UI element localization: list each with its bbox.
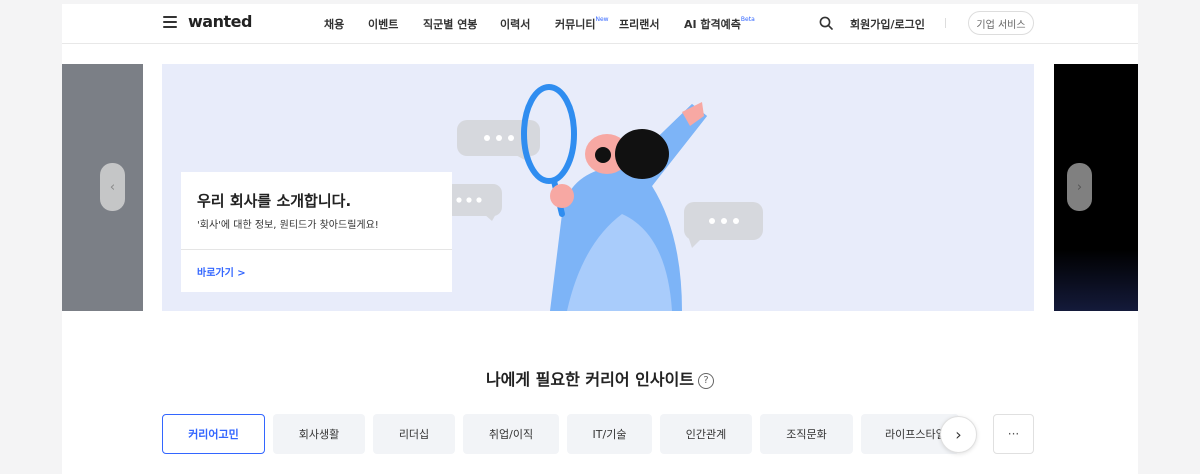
chip-job-change[interactable]: 취업/이직 [463, 414, 559, 454]
card-divider [181, 249, 452, 250]
chevron-left-icon: ‹ [109, 179, 116, 195]
carousel-next-button[interactable]: › [1067, 163, 1092, 211]
chip-relationships[interactable]: 인간관계 [660, 414, 752, 454]
banner-card: 우리 회사를 소개합니다. '회사'에 대한 정보, 원티드가 찾아드릴게요! … [181, 172, 452, 292]
more-chips-button[interactable]: ··· [993, 414, 1034, 454]
banner-title: 우리 회사를 소개합니다. [197, 192, 352, 210]
global-header: wanted 채용 이벤트 직군별 연봉 이력서 커뮤니티New 프리랜서 AI… [62, 4, 1138, 44]
chip-org-culture[interactable]: 조직문화 [760, 414, 853, 454]
speech-bubble-icon [684, 202, 763, 248]
nav-item-resume[interactable]: 이력서 [500, 16, 530, 32]
speech-bubble-icon [444, 184, 502, 221]
corporate-service-button[interactable]: 기업 서비스 [968, 11, 1034, 35]
nav-item-community[interactable]: 커뮤니티New [555, 16, 609, 32]
chip-scroll-next-button[interactable]: › [940, 416, 977, 453]
insight-heading: 나에게 필요한 커리어 인사이트? [0, 366, 1200, 390]
question-icon[interactable]: ? [698, 372, 715, 389]
chip-company-life[interactable]: 회사생활 [273, 414, 365, 454]
banner-go-link[interactable]: 바로가기 > [197, 264, 246, 279]
header-divider [945, 18, 946, 28]
signup-login-link[interactable]: 회원가입/로그인 [850, 16, 925, 32]
new-badge: New [595, 16, 609, 24]
chevron-right-icon: › [1076, 179, 1083, 195]
chip-leadership[interactable]: 리더십 [373, 414, 455, 454]
beta-badge: Beta [740, 16, 755, 24]
banner-subtitle: '회사'에 대한 정보, 원티드가 찾아드릴게요! [197, 220, 379, 231]
nav-item-salary[interactable]: 직군별 연봉 [423, 16, 477, 32]
carousel-prev-button[interactable]: ‹ [100, 163, 125, 211]
nav-item-freelancer[interactable]: 프리랜서 [619, 16, 659, 32]
chevron-right-icon: › [955, 425, 962, 444]
search-icon[interactable] [819, 16, 833, 30]
chip-it-tech[interactable]: IT/기술 [567, 414, 652, 454]
nav-item-jobs[interactable]: 채용 [324, 16, 344, 32]
nav-item-events[interactable]: 이벤트 [368, 16, 398, 32]
chip-career-concern[interactable]: 커리어고민 [162, 414, 265, 454]
wanted-logo[interactable]: wanted [188, 12, 252, 31]
menu-icon[interactable] [163, 16, 177, 28]
nav-item-ai-prediction[interactable]: AI 합격예측Beta [684, 16, 755, 32]
